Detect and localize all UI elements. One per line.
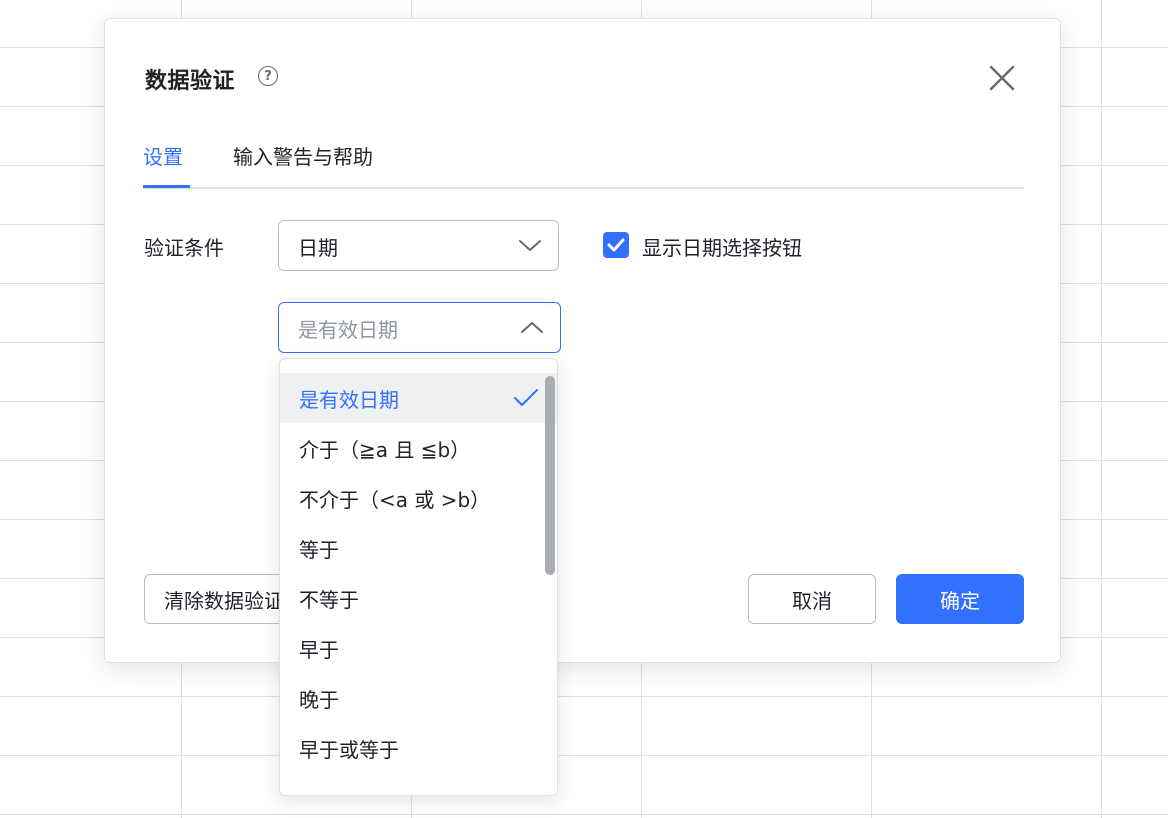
- tab-input-warning-help[interactable]: 输入警告与帮助: [233, 141, 373, 170]
- chevron-down-icon: [519, 240, 541, 251]
- cancel-button[interactable]: 取消: [748, 574, 876, 624]
- tab-settings[interactable]: 设置: [143, 141, 190, 188]
- dropdown-option-on-or-before[interactable]: 早于或等于: [280, 723, 557, 773]
- check-icon: [514, 389, 538, 406]
- dropdown-option-not-equal[interactable]: 不等于: [280, 573, 557, 623]
- dialog-title: 数据验证: [145, 69, 236, 94]
- operator-select-value: 是有效日期: [298, 318, 398, 342]
- confirm-label: 确定: [940, 588, 980, 613]
- checkmark-icon: [607, 238, 625, 252]
- tab-active-indicator: [143, 185, 190, 188]
- operator-select[interactable]: 是有效日期: [278, 302, 561, 353]
- option-label: 不等于: [299, 587, 359, 612]
- condition-select-value: 日期: [298, 236, 338, 260]
- close-icon[interactable]: [987, 63, 1017, 93]
- option-label: 等于: [299, 537, 339, 562]
- option-label: 晚于: [299, 687, 339, 712]
- condition-label: 验证条件: [144, 236, 224, 260]
- option-label: 不介于（<a 或 >b）: [299, 487, 491, 512]
- tab-settings-label: 设置: [143, 145, 183, 169]
- option-label: 介于（≧a 且 ≦b）: [299, 437, 471, 462]
- question-circle-icon[interactable]: ?: [258, 66, 278, 86]
- option-label: 是有效日期: [299, 387, 399, 412]
- dropdown-option-equal[interactable]: 等于: [280, 523, 557, 573]
- data-validation-dialog: 数据验证 ? 设置 输入警告与帮助 验证条件 日期 显示日期选择按钮 是有效日期: [104, 18, 1061, 663]
- tab-input-warning-help-label: 输入警告与帮助: [233, 145, 373, 169]
- dropdown-option-before[interactable]: 早于: [280, 623, 557, 673]
- tab-bar: 设置 输入警告与帮助: [143, 137, 1024, 189]
- option-label: 早于或等于: [299, 737, 399, 762]
- confirm-button[interactable]: 确定: [896, 574, 1024, 624]
- dropdown-option-not-between[interactable]: 不介于（<a 或 >b）: [280, 473, 557, 523]
- operator-dropdown-menu: 是有效日期 介于（≧a 且 ≦b） 不介于（<a 或 >b） 等于 不等于 早于…: [279, 358, 558, 796]
- chevron-up-icon: [521, 322, 543, 333]
- dropdown-option-valid-date[interactable]: 是有效日期: [280, 373, 557, 423]
- condition-select[interactable]: 日期: [278, 220, 559, 271]
- cancel-label: 取消: [792, 588, 832, 613]
- dropdown-scrollbar[interactable]: [545, 376, 555, 575]
- show-date-picker-checkbox[interactable]: [603, 232, 629, 258]
- show-date-picker-label: 显示日期选择按钮: [642, 236, 802, 260]
- clear-validation-label: 清除数据验证: [164, 588, 284, 613]
- option-label: 早于: [299, 637, 339, 662]
- dropdown-option-between[interactable]: 介于（≧a 且 ≦b）: [280, 423, 557, 473]
- dropdown-option-after[interactable]: 晚于: [280, 673, 557, 723]
